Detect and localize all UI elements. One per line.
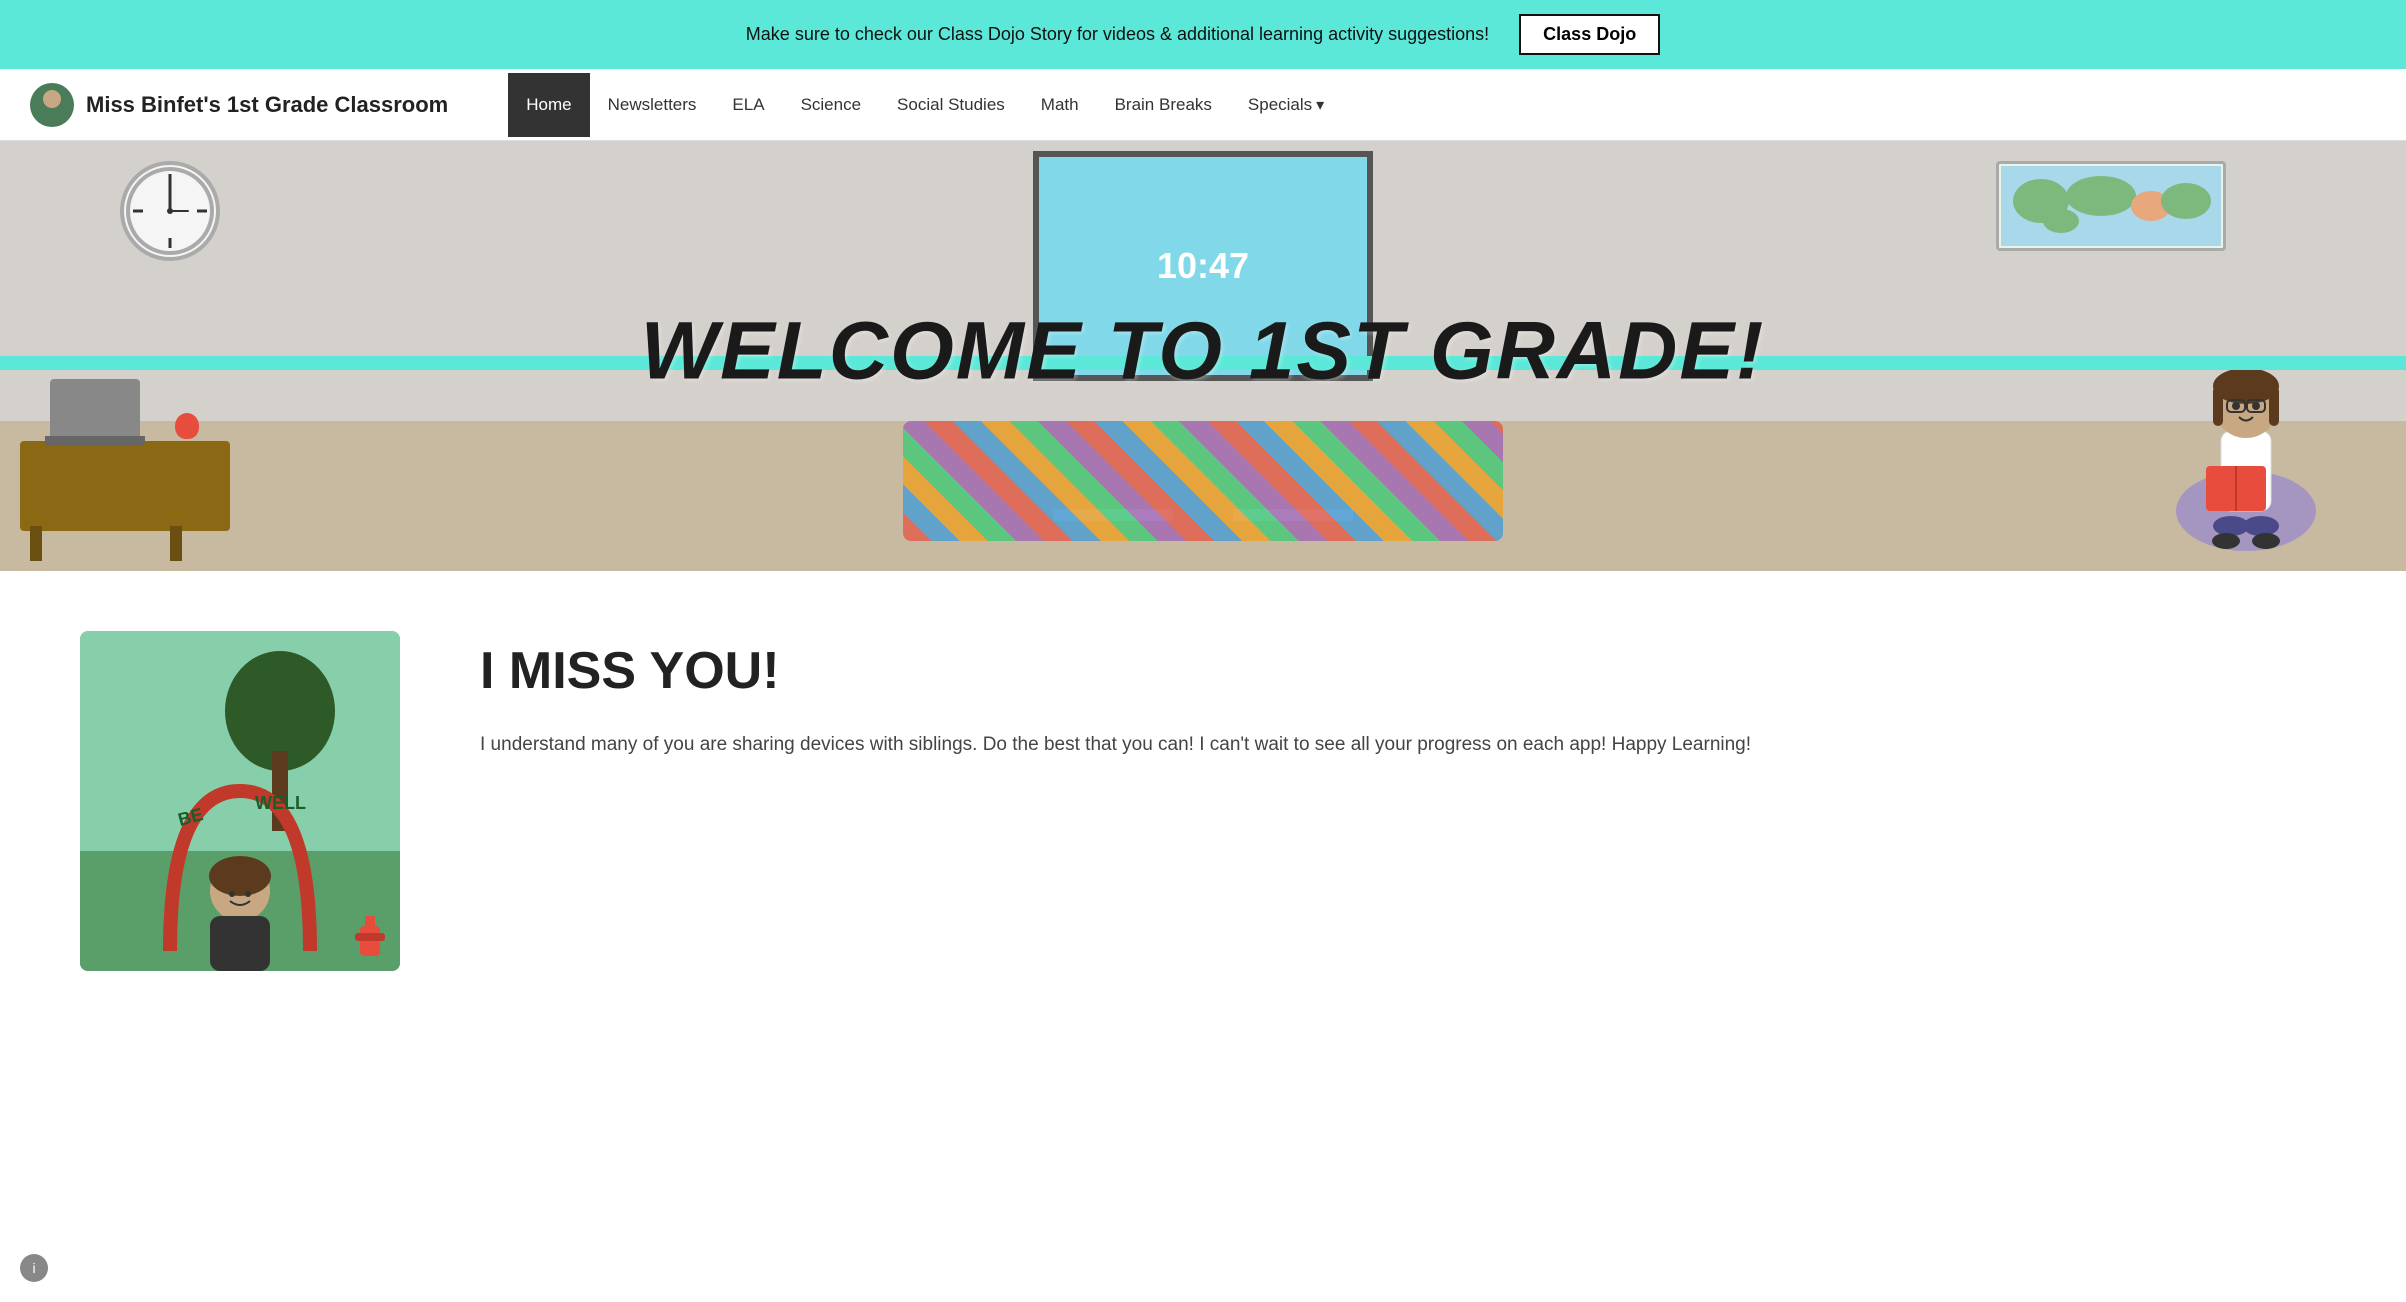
teacher-desk [20,441,230,531]
nav-links: Home Newsletters ELA Science Social Stud… [508,73,1342,137]
chevron-down-icon: ▾ [1316,95,1324,115]
laptop [50,379,140,439]
nav-link-math[interactable]: Math [1023,73,1097,137]
classroom-rug [903,421,1503,541]
nav-link-specials[interactable]: Specials ▾ [1230,73,1342,137]
hero-title: WELCOME TO 1ST GRADE! [641,304,1766,398]
logo-avatar [30,83,74,127]
content-text: I MISS YOU! I understand many of you are… [480,631,2286,761]
class-dojo-button[interactable]: Class Dojo [1519,14,1660,55]
nav-item-specials[interactable]: Specials ▾ [1230,73,1342,137]
nav-link-science[interactable]: Science [783,73,879,137]
nav-link-newsletters[interactable]: Newsletters [590,73,715,137]
nav-link-social-studies[interactable]: Social Studies [879,73,1023,137]
classroom-clock [120,161,220,261]
hero-section: 10:47 [0,141,2406,571]
svg-text:WELL: WELL [255,793,306,813]
info-icon[interactable]: i [20,1254,48,1282]
content-section: BE WELL I MISS YOU! I understand many of [0,571,2406,1031]
nav-item-science[interactable]: Science [783,73,879,137]
site-logo[interactable]: Miss Binfet's 1st Grade Classroom [30,83,448,127]
apple-decoration [175,413,199,439]
nav-item-math[interactable]: Math [1023,73,1097,137]
banner-text: Make sure to check our Class Dojo Story … [746,24,1489,45]
nav-item-brain-breaks[interactable]: Brain Breaks [1097,73,1230,137]
nav-link-brain-breaks[interactable]: Brain Breaks [1097,73,1230,137]
world-map [1996,161,2226,251]
nav-link-ela[interactable]: ELA [714,73,782,137]
laptop-base [45,436,145,446]
nav-item-ela[interactable]: ELA [714,73,782,137]
desk-leg-left [30,526,42,561]
nav-item-home[interactable]: Home [508,73,589,137]
content-body: I understand many of you are sharing dev… [480,729,2286,761]
nav-item-newsletters[interactable]: Newsletters [590,73,715,137]
cartoon-girl [2166,291,2326,551]
content-image: BE WELL [80,631,400,971]
desk-leg-right [170,526,182,561]
smart-board-time: 10:47 [1157,245,1249,287]
nav-link-home[interactable]: Home [508,73,589,137]
navbar: Miss Binfet's 1st Grade Classroom Home N… [0,69,2406,141]
site-title: Miss Binfet's 1st Grade Classroom [86,92,448,118]
photo-frame: BE WELL [80,631,400,971]
nav-item-social-studies[interactable]: Social Studies [879,73,1023,137]
top-banner: Make sure to check our Class Dojo Story … [0,0,2406,69]
content-heading: I MISS YOU! [480,641,2286,701]
